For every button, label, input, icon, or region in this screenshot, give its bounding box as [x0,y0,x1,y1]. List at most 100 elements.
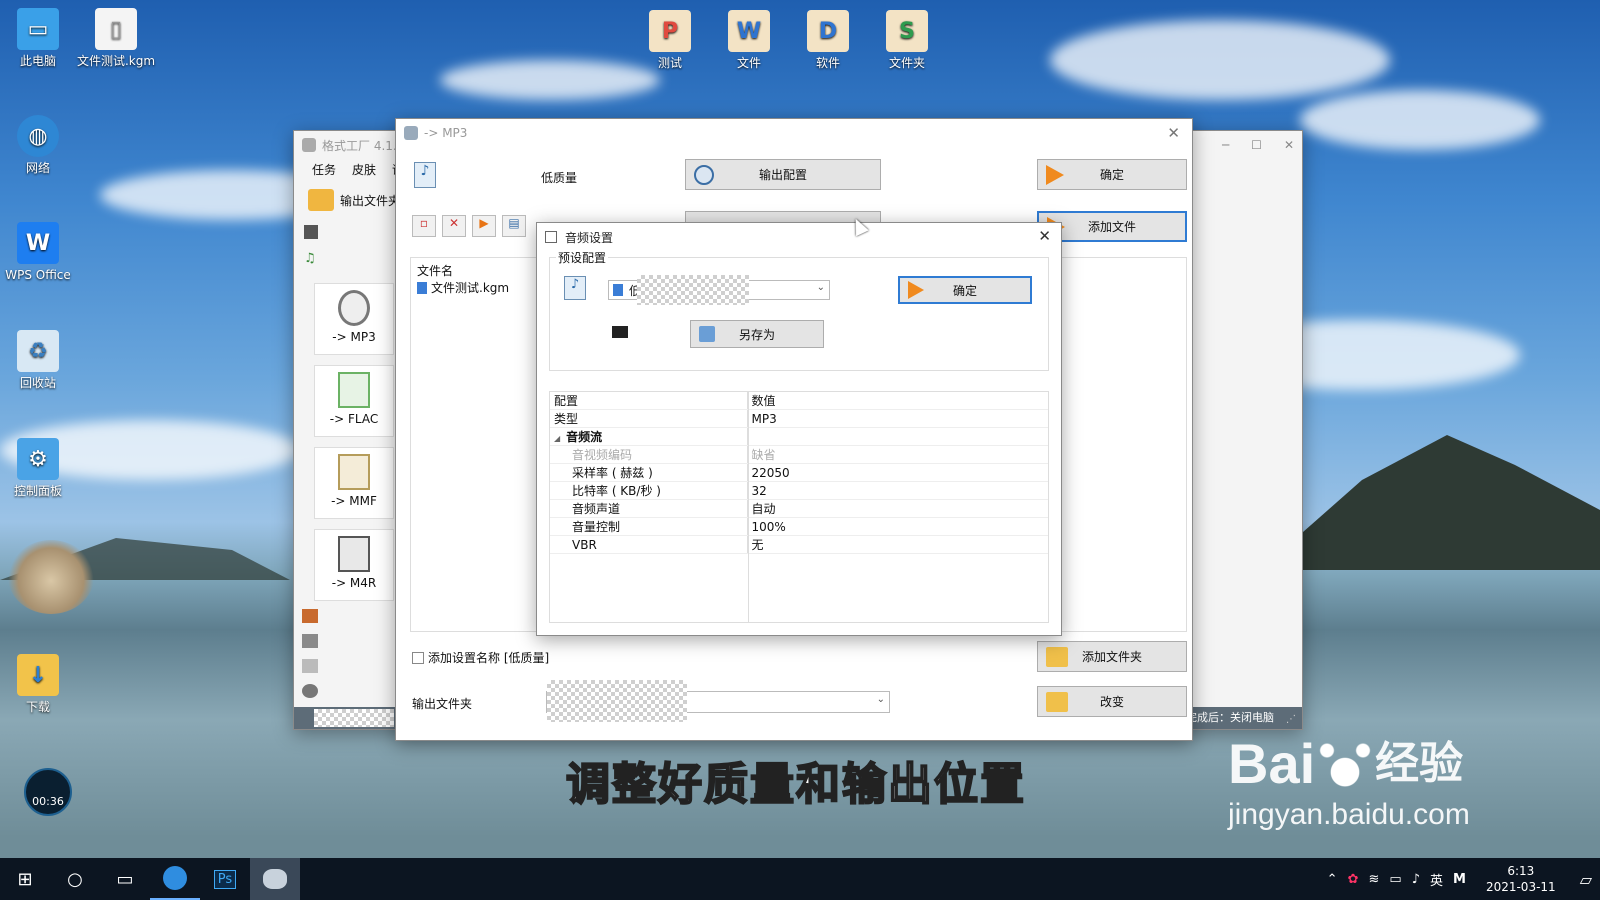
start-button-icon[interactable]: ⊞ [0,858,50,900]
timer-badge: 00:36 [24,768,72,816]
file-list-row[interactable]: 文件测试.kgm [417,279,509,296]
picture-category-icon[interactable] [302,609,318,623]
music-category-icon[interactable]: ♫ [304,251,318,266]
audio-file-icon [417,281,427,294]
property-header-row: 配置 数值 [550,392,1048,410]
desktop-icon-kgm-file[interactable]: ▯ 文件测试.kgm [76,8,156,69]
battery-icon[interactable]: ▭ [1389,872,1401,887]
tray-app-icon[interactable]: ✿ [1348,872,1359,887]
baidu-url: jingyan.baidu.com [1228,798,1470,831]
preset-select[interactable]: 低 ⌄ [608,275,830,305]
audio-settings-dialog: 音频设置 ✕ 预设配置 ♪ 低 ⌄ 确定 另存为 配置 数值 类型 MP3 ◢ … [536,222,1062,636]
property-row-type[interactable]: 类型 MP3 [550,409,1048,428]
property-row-vbr[interactable]: VBR 无 [550,535,1048,554]
clear-list-icon[interactable]: ✕ [442,215,466,237]
recycle-bin-icon: ♻ [17,330,59,372]
music-note-icon: ♪ [414,162,436,188]
audio-dialog-close-button[interactable]: ✕ [1038,227,1051,245]
clock[interactable]: 6:13 2021-03-11 [1486,863,1556,895]
desktop-icon-this-pc[interactable]: ▭ 此电脑 [0,8,78,69]
format-m4r[interactable]: -> M4R [314,529,394,601]
desktop-icon-folder[interactable]: S 文件夹 [867,10,947,71]
add-folder-button[interactable]: 添加文件夹 [1037,641,1187,672]
preset-redacted [637,275,749,305]
desktop-icon-downloads[interactable]: ↓ 下载 [0,654,78,715]
volume-icon[interactable]: ♪ [1412,872,1420,887]
quality-label: 低质量 [541,171,578,185]
menu-skin[interactable]: 皮肤 [352,161,376,178]
add-setting-name-checkbox[interactable]: 添加设置名称 [低质量] [412,649,549,666]
clock-time: 6:13 [1507,864,1535,878]
mp3-window-icon [404,126,418,140]
mp3-close-button[interactable]: ✕ [1167,124,1180,142]
baidu-brand-text: Bai [1228,732,1316,795]
property-row-bitrate[interactable]: 比特率 ( KB/秒 ) 32 [550,481,1048,500]
close-button[interactable]: ✕ [1284,138,1294,152]
mmf-format-icon [338,454,370,490]
control-panel-icon: ⚙ [17,438,59,480]
ime-indicator[interactable]: 英 [1430,870,1443,889]
task-view-icon[interactable]: ▭ [100,858,150,900]
wps-icon: W [17,222,59,264]
remove-icon[interactable]: ▫ [412,215,436,237]
change-button[interactable]: 改变 [1037,686,1187,717]
file-icon: ▯ [95,8,137,50]
property-row-sample-rate[interactable]: 采样率 ( 赫兹 ) 22050 [550,463,1048,482]
desktop-icon-recycle-bin[interactable]: ♻ 回收站 [0,330,78,391]
ime-mode-icon[interactable]: M [1453,872,1466,887]
save-as-button[interactable]: 另存为 [690,320,824,348]
output-folder-select[interactable]: ⌄ [546,680,890,722]
menu-bar: 任务 皮肤 语 [312,161,404,178]
tools-category-icon[interactable] [302,684,318,698]
baidu-jingyan-text: 经验 [1375,739,1464,788]
desktop-icon-test[interactable]: P 测试 [630,10,710,71]
status-after-done[interactable]: 完成后：关闭电脑 [1186,709,1274,725]
desktop-icon-control-panel[interactable]: ⚙ 控制面板 [0,438,78,499]
ok-button[interactable]: 确定 [1037,159,1187,190]
status-hatch [314,709,394,727]
download-folder-icon: ↓ [17,654,59,696]
search-circle-icon[interactable]: ○ [50,858,100,900]
header-value: 数值 [747,392,1048,410]
menu-task[interactable]: 任务 [312,161,336,178]
sogou-browser-icon[interactable] [150,858,200,900]
property-row-volume[interactable]: 音量控制 100% [550,517,1048,536]
app-title: 格式工厂 4.1.0 [322,138,405,153]
property-row-channels[interactable]: 音频声道 自动 [550,499,1048,518]
chevron-down-icon: ⌄ [876,694,885,705]
video-category-icon[interactable] [304,225,318,239]
resize-grip-icon[interactable]: ⋰ [1286,714,1296,725]
baidu-paw-logo-icon [1315,737,1376,791]
view-icon[interactable]: ▤ [502,215,526,237]
output-config-button[interactable]: 输出配置 [685,159,881,190]
wps-pdf-icon: P [649,10,691,52]
format-mp3[interactable]: -> MP3 [314,283,394,355]
maximize-button[interactable]: ☐ [1251,138,1262,152]
property-grid-divider [748,392,749,622]
notification-icon[interactable]: ▱ [1580,870,1592,889]
mp3-titlebar: -> MP3 [396,119,1192,147]
wps-sheet-icon: S [886,10,928,52]
folder-icon [308,189,334,211]
save-icon [699,326,715,342]
property-group-audio-stream[interactable]: ◢ 音频流 [550,427,1048,446]
property-row-codec[interactable]: 音视频编码 缺省 [550,445,1048,464]
tray-expand-chevron-icon[interactable]: ⌃ [1327,872,1338,887]
minimize-button[interactable]: ─ [1222,138,1229,152]
preset-ok-button[interactable]: 确定 [898,276,1032,304]
format-factory-taskbar-icon[interactable] [250,858,300,900]
document-category-icon[interactable] [302,634,318,648]
photoshop-icon[interactable]: Ps [200,858,250,900]
rom-category-icon[interactable] [302,659,318,673]
format-mmf[interactable]: -> MMF [314,447,394,519]
desktop-icon-network[interactable]: ◍ 网络 [0,115,78,176]
desktop-icon-file[interactable]: W 文件 [709,10,789,71]
output-folder-toolbar-button[interactable]: 输出文件夹 [308,189,400,211]
wifi-icon[interactable]: ≋ [1368,872,1379,887]
format-flac[interactable]: -> FLAC [314,365,394,437]
desktop-icon-software[interactable]: D 软件 [788,10,868,71]
play-icon[interactable]: ▶ [472,215,496,237]
desktop-icon-wps[interactable]: W WPS Office [0,222,78,283]
category-icons-bottom [302,609,318,698]
collapse-triangle-icon[interactable]: ◢ [554,434,560,443]
